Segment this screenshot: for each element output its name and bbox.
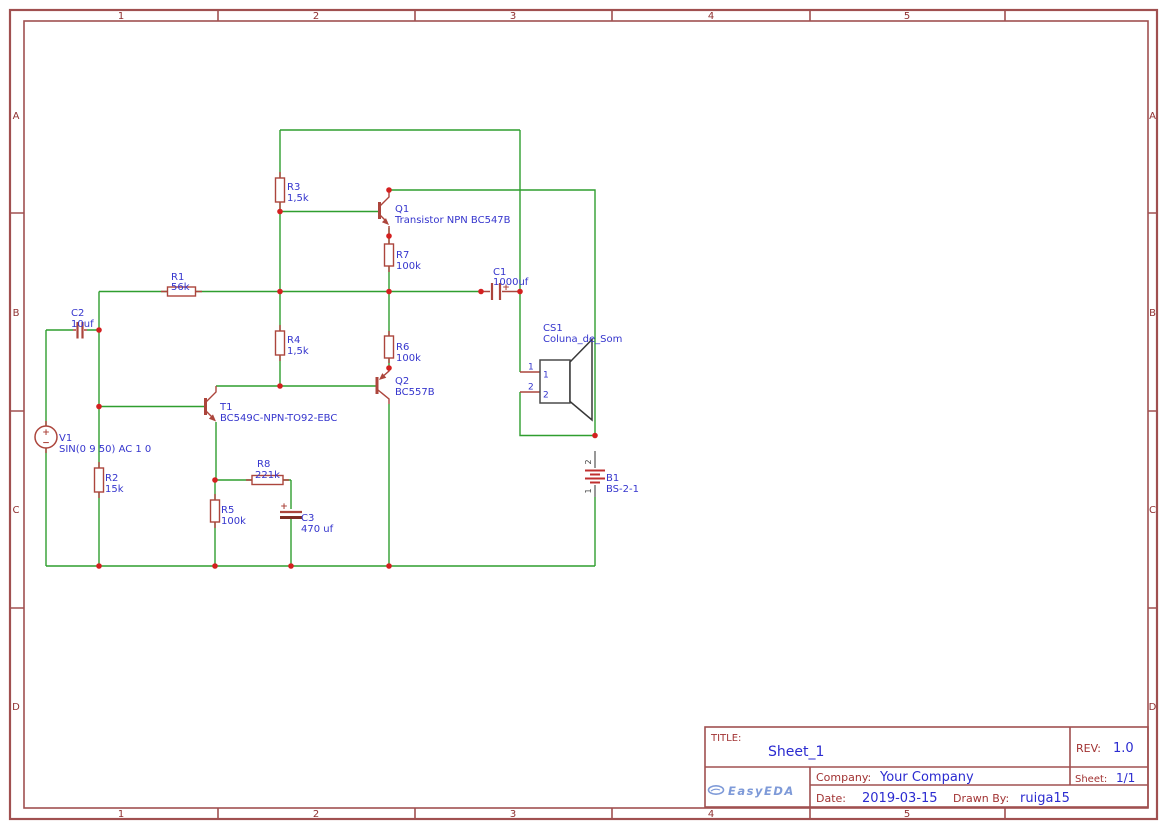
company-label: Company:	[816, 771, 871, 784]
sheet-value[interactable]: 1/1	[1116, 771, 1135, 785]
cs1-pin2-name: 2	[543, 391, 549, 401]
date-value[interactable]: 2019-03-15	[862, 791, 938, 806]
r6-value-label[interactable]: 100k	[396, 353, 421, 364]
t1-ref-label[interactable]: T1	[219, 402, 232, 413]
r4-body[interactable]	[274, 330, 286, 356]
r7-ref-label[interactable]: R7	[396, 250, 409, 261]
c1-value-label[interactable]: 1000uf	[493, 277, 529, 288]
junction-dot	[96, 563, 102, 569]
junction-dot	[386, 187, 392, 193]
junction-dot	[96, 327, 102, 333]
frame-row-label: B	[13, 308, 20, 319]
r5-value-label[interactable]: 100k	[221, 516, 246, 527]
t1-value-label[interactable]: BC549C-NPN-TO92-EBC	[220, 413, 337, 424]
r2-value-label[interactable]: 15k	[105, 484, 124, 495]
b1-terminal-1: 1	[584, 488, 593, 493]
frame-row-label: B	[1149, 308, 1156, 319]
v1-ref-label[interactable]: V1	[59, 433, 72, 444]
frame-row-label: C	[13, 505, 20, 516]
c3-plus-mark: +	[280, 502, 288, 512]
junction-dot	[212, 563, 218, 569]
junction-dot	[288, 563, 294, 569]
cs1-value-label[interactable]: Coluna_de_Som	[543, 334, 622, 345]
schematic-sheet: 1 2 3 4 5 1 2 3 4 5 A B C D A B C D + − …	[0, 0, 1169, 828]
cs1-pin2-number: 2	[528, 383, 534, 393]
sheet-label: Sheet:	[1075, 774, 1107, 785]
frame-col-label: 4	[708, 11, 714, 22]
schematic-canvas[interactable]: 1 2 3 4 5 1 2 3 4 5 A B C D A B C D + − …	[0, 0, 1169, 828]
r6-body[interactable]	[383, 335, 395, 359]
r8-value-label[interactable]: 221k	[255, 470, 280, 481]
r4-ref-label[interactable]: R4	[287, 335, 300, 346]
frame-col-label: 4	[708, 809, 714, 820]
junction-dot	[212, 477, 218, 483]
frame-row-label: C	[1149, 505, 1156, 516]
c3-value-label[interactable]: 470 uf	[301, 524, 334, 535]
frame-col-label: 1	[118, 809, 124, 820]
cs1-pin1-number: 1	[528, 363, 534, 373]
junction-dot	[386, 365, 392, 371]
q1-value-label[interactable]: Transistor NPN BC547B	[394, 215, 511, 226]
cs1-pin1-name: 1	[543, 371, 549, 381]
junction-dot	[386, 288, 392, 295]
q2-ref-label[interactable]: Q2	[395, 376, 409, 387]
junction-dot	[592, 432, 598, 439]
cs1-ref-label[interactable]: CS1	[543, 323, 563, 334]
frame-col-label: 2	[313, 809, 319, 820]
v1-minus-mark: −	[42, 439, 50, 449]
r2-ref-label[interactable]: R2	[105, 473, 118, 484]
junction-dot	[386, 233, 392, 239]
frame-col-label: 1	[118, 11, 124, 22]
junction-dot	[478, 288, 484, 295]
frame-row-label: A	[1149, 111, 1156, 122]
q2-base-bar[interactable]	[375, 377, 379, 394]
r1-value-label[interactable]: 56k	[171, 282, 190, 293]
rev-value[interactable]: 1.0	[1113, 741, 1134, 756]
frame-row-label: D	[1149, 702, 1157, 713]
frame-col-label: 5	[904, 809, 910, 820]
r3-body[interactable]	[274, 177, 286, 203]
r5-ref-label[interactable]: R5	[221, 505, 234, 516]
c3-ref-label[interactable]: C3	[301, 513, 314, 524]
junction-dot	[386, 563, 392, 569]
date-label: Date:	[816, 792, 846, 805]
drawn-by-label: Drawn By:	[953, 792, 1009, 805]
junction-dot	[517, 288, 523, 295]
sheet-title[interactable]: Sheet_1	[768, 744, 824, 760]
frame-col-label: 3	[510, 809, 516, 820]
junction-dot	[277, 288, 283, 295]
frame-col-label: 3	[510, 11, 516, 22]
b1-value-label[interactable]: BS-2-1	[606, 484, 639, 495]
r7-body[interactable]	[383, 243, 395, 267]
frame-row-label: A	[13, 111, 20, 122]
b1-terminal-2: 2	[584, 459, 593, 464]
c2-value-label[interactable]: 10uf	[71, 319, 94, 330]
r4-value-label[interactable]: 1,5k	[287, 346, 309, 357]
c2-ref-label[interactable]: C2	[71, 308, 84, 319]
easyeda-logo-text: EasyEDA	[728, 784, 795, 798]
company-value[interactable]: Your Company	[879, 770, 974, 785]
rev-label: REV:	[1076, 742, 1101, 755]
q1-ref-label[interactable]: Q1	[395, 204, 409, 215]
r2-body[interactable]	[93, 467, 105, 493]
junction-dot	[277, 383, 283, 389]
r3-value-label[interactable]: 1,5k	[287, 193, 309, 204]
drawn-by-value[interactable]: ruiga15	[1020, 791, 1070, 806]
junction-dot	[277, 208, 283, 215]
b1-ref-label[interactable]: B1	[606, 473, 619, 484]
r3-ref-label[interactable]: R3	[287, 182, 300, 193]
r6-ref-label[interactable]: R6	[396, 342, 409, 353]
q2-value-label[interactable]: BC557B	[395, 387, 435, 398]
r5-body[interactable]	[209, 499, 221, 523]
r7-value-label[interactable]: 100k	[396, 261, 421, 272]
frame-col-label: 2	[313, 11, 319, 22]
frame-col-label: 5	[904, 11, 910, 22]
r8-ref-label[interactable]: R8	[257, 459, 270, 470]
v1-value-label[interactable]: SIN(0 9 50) AC 1 0	[59, 444, 151, 455]
title-label: TITLE:	[710, 733, 741, 744]
v1-plus-mark: +	[42, 428, 50, 438]
junction-dot	[96, 403, 102, 410]
frame-row-label: D	[12, 702, 20, 713]
